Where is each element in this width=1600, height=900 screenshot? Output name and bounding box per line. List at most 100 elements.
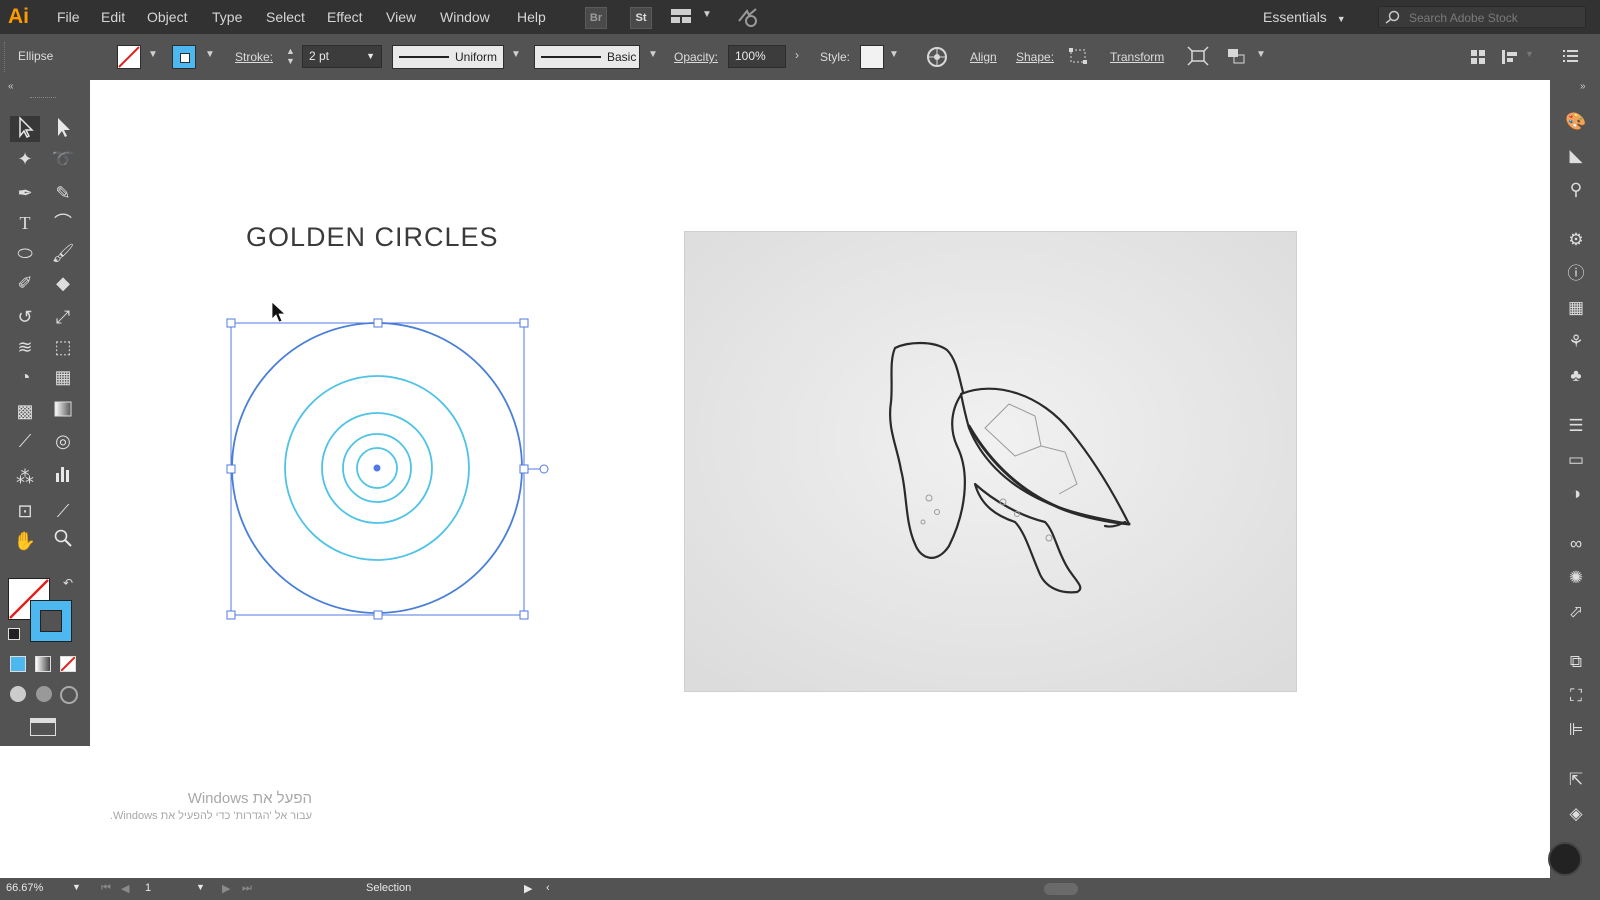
turtle-sketch-image[interactable] <box>684 231 1297 692</box>
stock-button[interactable]: St <box>630 7 652 29</box>
transform-panel-icon[interactable]: ⛶ <box>1564 684 1588 708</box>
chevron-down-icon[interactable]: ▼ <box>889 49 899 60</box>
shape-properties-icon[interactable] <box>1068 47 1088 68</box>
direct-selection-tool-icon[interactable] <box>48 116 78 142</box>
screen-recorder-icon[interactable] <box>1548 842 1582 876</box>
panel-menu-icon[interactable] <box>1563 49 1579 66</box>
swap-fill-stroke-icon[interactable]: ↶ <box>63 576 73 590</box>
slice-tool-icon[interactable]: ⟋ <box>48 498 78 524</box>
zoom-level[interactable]: 66.67% <box>6 882 43 894</box>
gradient-mode-button[interactable] <box>35 656 51 672</box>
menu-help[interactable]: Help <box>517 9 546 25</box>
stroke-label[interactable]: Stroke: <box>235 50 273 64</box>
grid-view-icon[interactable] <box>1470 49 1486 68</box>
asset-export-icon[interactable]: ⬀ <box>1564 600 1588 624</box>
chevron-right-icon[interactable]: › <box>795 48 799 62</box>
chevron-down-icon[interactable]: ▼ <box>148 49 158 60</box>
paintbrush-tool-icon[interactable]: 🖌 <box>48 240 78 266</box>
collapse-panel-icon[interactable]: » <box>1580 81 1586 92</box>
lasso-tool-icon[interactable]: ➰ <box>48 146 78 172</box>
pen-tool-icon[interactable]: ✒ <box>10 180 40 206</box>
appearance-icon[interactable]: ⚙ <box>1564 228 1588 252</box>
stroke-proxy-swatch[interactable] <box>30 600 72 642</box>
blend-tool-icon[interactable]: ◎ <box>48 428 78 454</box>
menu-file[interactable]: File <box>57 9 80 25</box>
creative-cloud-libraries-icon[interactable]: ∞ <box>1564 532 1588 556</box>
menu-effect[interactable]: Effect <box>327 9 363 25</box>
symbol-sprayer-tool-icon[interactable]: ⁂ <box>10 464 40 490</box>
gradient-tool-icon[interactable] <box>48 398 78 424</box>
layers-icon[interactable]: ◈ <box>1564 802 1588 826</box>
default-fill-stroke-icon[interactable] <box>8 628 20 640</box>
last-artboard-icon[interactable]: ⏭ <box>242 882 252 895</box>
first-artboard-icon[interactable]: ⏮ <box>101 882 111 895</box>
variable-width-profile[interactable]: Uniform <box>392 45 504 69</box>
gradient-panel-icon[interactable]: ▭ <box>1564 448 1588 472</box>
export-icon[interactable]: ⇱ <box>1564 768 1588 792</box>
stroke-panel-icon[interactable]: ☰ <box>1564 414 1588 438</box>
menu-view[interactable]: View <box>386 9 416 25</box>
chevron-down-icon[interactable]: ▼ <box>702 9 712 20</box>
transparency-icon[interactable]: ◑ <box>1564 482 1588 506</box>
chevron-down-icon[interactable]: ▼ <box>1256 49 1266 60</box>
golden-circles-artwork[interactable] <box>220 310 560 620</box>
mesh-tool-icon[interactable]: ▩ <box>10 398 40 424</box>
menu-select[interactable]: Select <box>266 9 305 25</box>
shape-builder-tool-icon[interactable]: ◔ <box>10 364 40 390</box>
recolor-artwork-icon[interactable] <box>926 46 948 71</box>
pathfinder-icon[interactable]: ⧉ <box>1564 650 1588 674</box>
color-guide-icon[interactable]: ◣ <box>1564 144 1588 168</box>
stroke-weight-stepper[interactable]: ▲ ▼ <box>286 46 295 66</box>
align-button[interactable]: Align <box>970 50 997 64</box>
bridge-button[interactable]: Br <box>585 7 607 29</box>
zoom-tool-icon[interactable] <box>48 528 78 554</box>
free-transform-tool-icon[interactable]: ⬚ <box>48 334 78 360</box>
fill-swatch[interactable] <box>117 45 141 69</box>
distribute-icon[interactable] <box>1501 49 1519 68</box>
status-menu-arrow-icon[interactable]: ▶ <box>524 882 532 895</box>
chevron-down-icon[interactable]: ▼ <box>205 49 215 60</box>
chevron-down-icon[interactable]: ▼ <box>196 882 205 892</box>
color-mode-button[interactable] <box>10 656 26 672</box>
horizontal-scrollbar-thumb[interactable] <box>1044 883 1078 895</box>
selection-tool-icon[interactable] <box>10 116 40 142</box>
shaper-tool-icon[interactable]: ✐ <box>10 270 40 296</box>
eraser-tool-icon[interactable]: ◆ <box>48 270 78 296</box>
menu-type[interactable]: Type <box>212 9 242 25</box>
symbols-icon[interactable]: ♣ <box>1564 364 1588 388</box>
graphic-styles-icon[interactable]: ▦ <box>1564 296 1588 320</box>
arc-tool-icon[interactable]: ⌒ <box>48 210 78 236</box>
hand-tool-icon[interactable]: ✋ <box>10 528 40 554</box>
info-icon[interactable]: ⓘ <box>1564 262 1588 286</box>
draw-behind-icon[interactable] <box>36 686 52 702</box>
artboard-tool-icon[interactable]: ⊡ <box>10 498 40 524</box>
collapse-panel-icon[interactable]: « <box>8 81 14 92</box>
color-panel-icon[interactable]: 🎨 <box>1564 110 1588 134</box>
draw-inside-icon[interactable] <box>60 686 78 704</box>
image-trace-icon[interactable]: ✺ <box>1564 566 1588 590</box>
eyedropper-tool-icon[interactable]: ⟋ <box>10 428 40 454</box>
chevron-down-icon[interactable]: ▼ <box>72 882 81 892</box>
gpu-performance-icon[interactable] <box>736 6 760 31</box>
align-panel-icon[interactable]: ⊫ <box>1564 718 1588 742</box>
transform-button[interactable]: Transform <box>1110 50 1164 64</box>
brush-definition[interactable]: Basic <box>534 45 640 69</box>
workspace-switcher[interactable]: Essentials ▼ <box>1263 9 1346 25</box>
stroke-swatch[interactable] <box>172 45 196 69</box>
chevron-down-icon[interactable]: ▼ <box>511 49 521 60</box>
brushes-icon[interactable]: ⚘ <box>1564 330 1588 354</box>
menu-object[interactable]: Object <box>147 9 187 25</box>
none-mode-button[interactable] <box>60 656 76 672</box>
shape-label[interactable]: Shape: <box>1016 50 1054 64</box>
width-tool-icon[interactable]: ≋ <box>10 334 40 360</box>
stock-search-input[interactable]: Search Adobe Stock <box>1378 6 1586 28</box>
rotate-tool-icon[interactable]: ↺ <box>10 304 40 330</box>
draw-normal-icon[interactable] <box>10 686 26 702</box>
menu-window[interactable]: Window <box>440 9 490 25</box>
column-graph-tool-icon[interactable] <box>48 464 78 490</box>
swatches-icon[interactable]: ⚲ <box>1564 178 1588 202</box>
scroll-left-icon[interactable]: ‹ <box>546 882 550 894</box>
ellipse-tool-icon[interactable]: ⬭ <box>10 240 40 266</box>
chevron-down-icon[interactable]: ▼ <box>1525 49 1534 59</box>
screen-mode-icon[interactable] <box>30 718 56 736</box>
